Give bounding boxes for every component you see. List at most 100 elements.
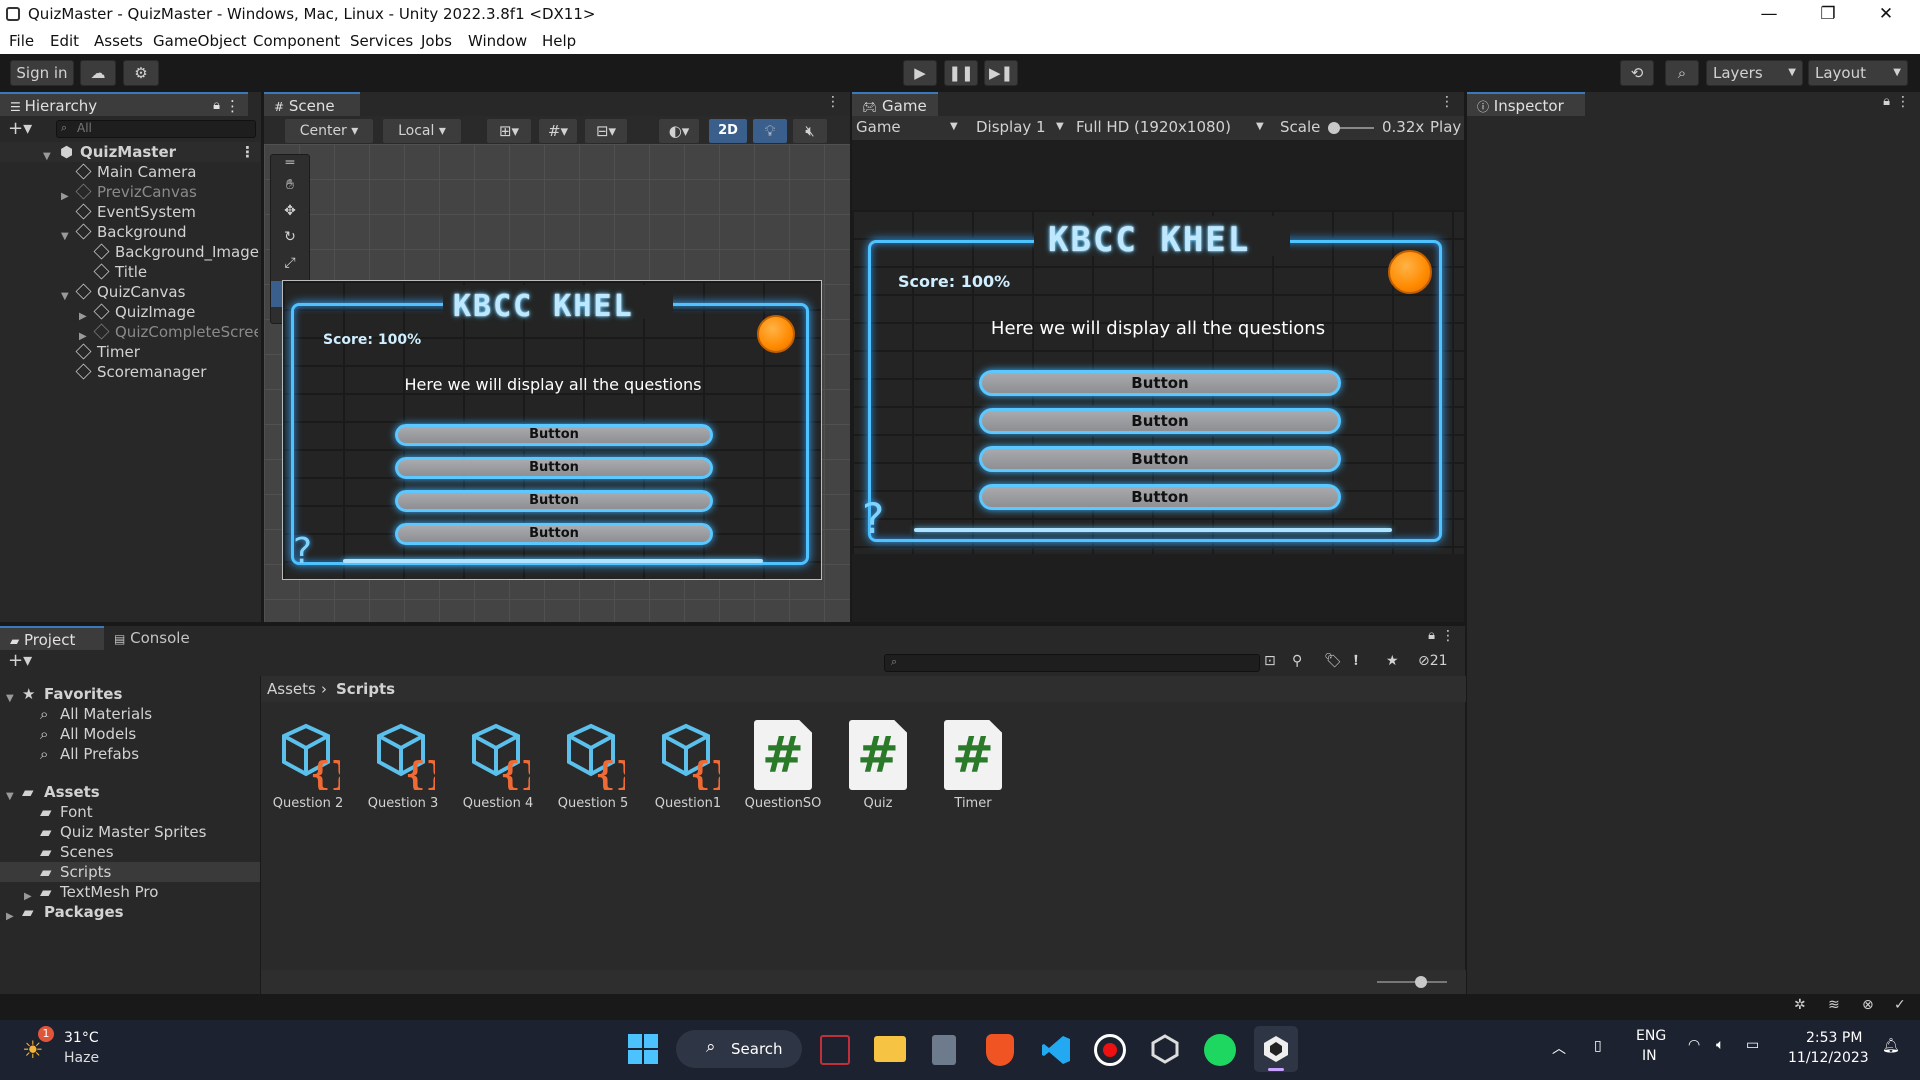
display-dropdown[interactable]: Display 1 ▼ [976,118,1064,136]
menu-services[interactable]: Services [350,32,413,50]
tab-console[interactable]: ▤ Console [104,626,214,650]
game-answer-button-2[interactable]: Button [979,408,1341,434]
asset-question1[interactable]: {} Question1 [643,720,733,811]
folder-textmesh-pro[interactable]: ▶ ▰ TextMesh Pro [0,882,260,902]
step-button[interactable]: ▶❚ [984,60,1018,86]
log-type-icon[interactable]: ❗︎ [1354,653,1358,669]
debug-icon[interactable]: ✲ [1794,997,1806,1013]
expand-arrow-icon[interactable]: ▶ [79,327,87,342]
folder-font[interactable]: ▰ Font [0,802,260,822]
audio-mute-icon[interactable]: 🔇︎ [792,118,828,144]
asset-question-4[interactable]: {} Question 4 [453,720,543,811]
hierarchy-item-quizcanvas[interactable]: ▼ QuizCanvas [0,282,260,302]
game-answer-button-3[interactable]: Button [979,446,1341,472]
hierarchy-item-background-image[interactable]: Background_Image [0,242,260,262]
hand-tool-icon[interactable]: ✋︎ [271,177,309,203]
tab-hierarchy[interactable]: ☰ Hierarchy 🔒︎ ⋮ [0,92,248,116]
hierarchy-item-background[interactable]: ▼ Background [0,222,260,242]
hierarchy-item-title[interactable]: Title [0,262,260,282]
fav-item-all-prefabs[interactable]: ⌕ All Prefabs [0,744,260,764]
scale-slider[interactable] [1328,122,1374,134]
folder-scripts[interactable]: ▰ Scripts [0,862,260,882]
more-menu-icon[interactable]: ⋮ [240,142,255,162]
close-button[interactable]: ✕ [1864,2,1908,26]
folder-quiz-master-sprites[interactable]: ▰ Quiz Master Sprites [0,822,260,842]
assets-root-row[interactable]: ▼ ▰ Assets [0,782,260,802]
sign-in-button[interactable]: Sign in [10,60,74,86]
play-button[interactable]: ▶ [903,60,937,86]
ruler-icon[interactable]: ⊟▾ [584,118,628,144]
menu-gameobject[interactable]: GameObject [153,32,247,50]
favorites-row[interactable]: ▼ ★ Favorites [0,684,260,704]
folder-scenes[interactable]: ▰ Scenes [0,842,260,862]
space-dropdown[interactable]: Local ▾ [382,118,462,144]
hierarchy-item-main-camera[interactable]: Main Camera [0,162,260,182]
language-region[interactable]: IN [1642,1048,1657,1064]
hierarchy-item-eventsystem[interactable]: EventSystem [0,202,260,222]
asset-quiz[interactable]: # Quiz [833,720,923,811]
more-menu-icon[interactable]: ⋮ [1896,94,1910,110]
game-answer-button-1[interactable]: Button [979,370,1341,396]
tab-scene[interactable]: # Scene [264,92,360,116]
hierarchy-item-quizcompletescreen[interactable]: ▶ QuizCompleteScree [0,322,258,342]
tab-inspector[interactable]: ⓘ Inspector [1467,92,1585,116]
menu-component[interactable]: Component [253,32,340,50]
asset-questionso[interactable]: # QuestionSO [738,720,828,811]
more-menu-icon[interactable]: ⋮ [1441,628,1455,644]
asset-timer[interactable]: # Timer [928,720,1018,811]
lock-icon[interactable]: 🔒︎ [213,94,220,118]
tab-project[interactable]: ▰ Project [0,626,104,650]
grid-toggle-icon[interactable]: #▾ [538,118,578,144]
usb-icon[interactable]: ▯ [1594,1038,1602,1054]
scene-answer-button-2[interactable]: Button [395,457,713,479]
windows-start-icon[interactable] [628,1034,658,1064]
screen-recorder-icon[interactable] [1094,1034,1126,1066]
filter-by-type-icon[interactable]: ⚲ [1292,653,1302,669]
fav-item-all-models[interactable]: ⌕ All Models [0,724,260,744]
brave-browser-icon[interactable] [986,1034,1014,1066]
shading-mode-icon[interactable]: ◐▾ [658,118,700,144]
add-icon[interactable]: +▾ [8,650,32,671]
app-icon-1[interactable] [820,1035,850,1065]
calculator-icon[interactable] [932,1035,956,1065]
lighting-icon[interactable]: 💡︎ [752,118,788,144]
notifications-bell-icon[interactable]: 🔔︎ [1882,1038,1900,1054]
breadcrumb-assets[interactable]: Assets [267,680,316,698]
vscode-icon[interactable] [1040,1034,1072,1066]
asset-question-5[interactable]: {} Question 5 [548,720,638,811]
menu-file[interactable]: File [9,32,34,50]
battery-icon[interactable]: ▭ [1746,1037,1759,1053]
weather-widget[interactable]: ☀︎ 1 [22,1026,56,1064]
scene-canvas-preview[interactable]: KBCC KHEL Score: 100% Here we will displ… [282,280,822,580]
menu-jobs[interactable]: Jobs [421,32,452,50]
menu-help[interactable]: Help [542,32,576,50]
asset-question-3[interactable]: {} Question 3 [358,720,448,811]
unity-hub-icon[interactable] [1150,1034,1180,1064]
game-view-dropdown[interactable]: Game ▼ [856,118,958,136]
show-hidden-icons-chevron[interactable]: ︿ [1552,1038,1566,1058]
project-search-input[interactable]: ⌕ [884,654,1260,672]
more-menu-icon[interactable]: ⋮ [1440,94,1454,110]
network-off-icon[interactable]: ⊗ [1862,997,1874,1013]
breadcrumb-scripts[interactable]: Scripts [336,680,395,698]
fav-item-all-materials[interactable]: ⌕ All Materials [0,704,260,724]
hierarchy-item-scoremanager[interactable]: Scoremanager [0,362,260,382]
hidden-packages-toggle[interactable]: ⊘21 [1418,653,1448,669]
icon-size-slider[interactable] [1377,976,1447,988]
hierarchy-item-timer[interactable]: Timer [0,342,260,362]
taskbar-date[interactable]: 11/12/2023 [1788,1050,1869,1066]
language-code[interactable]: ENG [1636,1028,1666,1044]
search-icon[interactable]: ⌕ [1665,60,1699,86]
menu-window[interactable]: Window [468,32,527,50]
pause-button[interactable]: ❚❚ [944,60,978,86]
minimize-button[interactable]: — [1747,2,1791,26]
menu-edit[interactable]: Edit [50,32,79,50]
play-focus-dropdown[interactable]: Play [1430,118,1461,136]
restore-button[interactable]: ❐ [1806,2,1850,26]
volume-icon[interactable]: 🔈︎ [1716,1037,1724,1053]
toggle-2d-button[interactable]: 2D [708,118,748,144]
layers-dropdown[interactable]: Layers ▼ [1706,60,1803,86]
game-answer-button-4[interactable]: Button [979,484,1341,510]
file-explorer-icon[interactable] [874,1036,906,1062]
menu-assets[interactable]: Assets [94,32,143,50]
